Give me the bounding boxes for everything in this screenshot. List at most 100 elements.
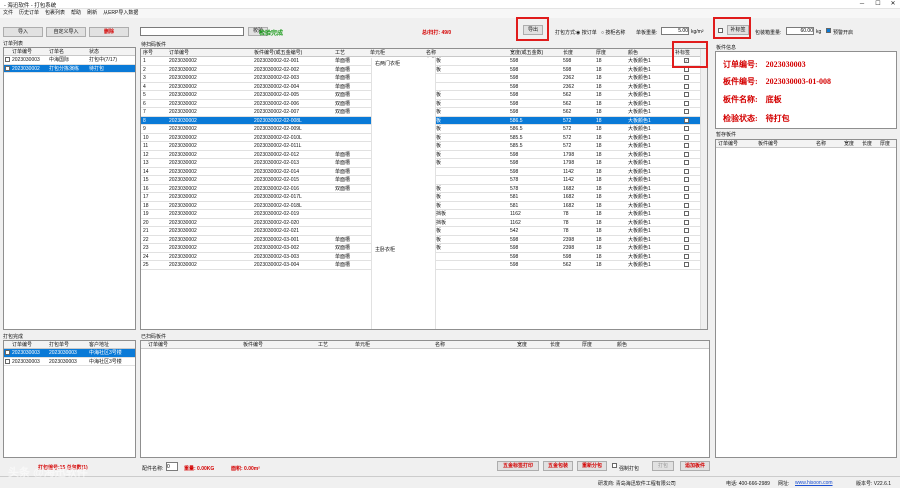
supplement-row-checkbox[interactable] xyxy=(684,126,689,132)
custom-import-button[interactable]: 自定义导入 xyxy=(46,27,86,37)
order-no-value: 2023030003 xyxy=(765,60,806,69)
delete-button[interactable]: 删除 xyxy=(89,27,129,37)
cabinet-label: 右两门衣柜 xyxy=(375,61,401,67)
table-row[interactable]: 2023030002 打包分拣演练 待打包 xyxy=(4,64,135,73)
board-no-value: 2023030003-01-008 xyxy=(765,77,831,86)
part-name-input[interactable] xyxy=(166,462,178,471)
supplement-row-checkbox[interactable] xyxy=(684,245,689,251)
scan-input[interactable] xyxy=(140,27,244,36)
minimize-icon[interactable]: ─ xyxy=(854,0,870,9)
supplement-row-checkbox[interactable] xyxy=(684,219,689,225)
mode-order-radio[interactable]: ◉ 按订单 xyxy=(576,29,597,36)
supplement-row-checkbox[interactable] xyxy=(684,253,689,259)
supplement-row-checkbox[interactable] xyxy=(684,151,689,157)
supplement-row-checkbox[interactable] xyxy=(684,75,689,81)
packed-title: 打包完成 xyxy=(3,334,24,340)
supplement-row-checkbox[interactable] xyxy=(684,194,689,200)
scan-count: 总/扫打: 49/0 xyxy=(422,30,452,36)
menu-help[interactable]: 帮助 xyxy=(68,9,84,18)
force-pack-checkbox[interactable] xyxy=(612,463,617,468)
supplement-checkbox[interactable] xyxy=(718,28,723,33)
company-label: 研发商: 青岛海迅软件工程有限公司 xyxy=(598,481,676,487)
temp-table: 订单编号 板件编号 名称 宽度 长度 厚度 xyxy=(715,139,897,458)
board-weight-unit: kg/m² xyxy=(691,29,704,35)
board-weight-input[interactable] xyxy=(661,27,689,35)
supplement-row-checkbox[interactable] xyxy=(684,109,689,115)
board-weight-label: 单板重量: xyxy=(636,30,658,36)
col-order-status: 状态 xyxy=(89,49,100,55)
hardware-pack-button[interactable]: 五金包装 xyxy=(543,461,573,471)
warning-label: 预警开启 xyxy=(833,30,854,36)
verify-status: 检验完成 xyxy=(259,31,284,37)
supplement-row-checkbox[interactable] xyxy=(684,134,689,140)
check-status-label: 检验状态: xyxy=(723,114,758,123)
supplement-row-checkbox[interactable] xyxy=(684,202,689,208)
part-name-label: 配件名称: xyxy=(142,466,164,472)
menu-file[interactable]: 文件 xyxy=(0,9,16,18)
box-weight-input[interactable] xyxy=(786,27,814,35)
table-row[interactable]: 2023030003 2023030003 中海社区3号楼 xyxy=(4,358,135,366)
import-button[interactable]: 导入 xyxy=(3,27,43,37)
supplement-row-checkbox[interactable] xyxy=(684,143,689,149)
supplement-row-checkbox[interactable] xyxy=(684,160,689,166)
supplement-row-checkbox[interactable] xyxy=(684,211,689,217)
supplement-label-button[interactable]: 补标签 xyxy=(727,25,749,35)
supplement-row-checkbox[interactable] xyxy=(684,177,689,183)
box-weight-unit: kg xyxy=(816,29,822,35)
maximize-icon[interactable]: ☐ xyxy=(870,0,886,9)
table-row[interactable]: 2023030003 2023030003 中海社区3号楼 xyxy=(4,349,135,358)
supplement-row-checkbox[interactable] xyxy=(684,262,689,268)
close-icon[interactable]: ✕ xyxy=(885,0,900,9)
packed-table: 订单编号 打包单号 客户地址 2023030003 2023030003 中海社区3号楼… xyxy=(3,340,136,458)
repack-button[interactable]: 重新分包 xyxy=(577,461,607,471)
version-label: 版本号: V22.6.1 xyxy=(856,481,892,487)
supplement-row-checkbox[interactable] xyxy=(684,228,689,234)
check-status-value: 待打包 xyxy=(765,114,790,123)
scanned-table: 订单编号 板件编号 工艺 单元柜 名称 宽度 长度 厚度 颜色 xyxy=(140,340,710,458)
status-bar: 研发商: 青岛海迅软件工程有限公司 电话: 400-666-2989 网址: w… xyxy=(0,476,900,488)
mode-cabinet-radio[interactable]: ○ 按柜名称 xyxy=(601,29,625,36)
pending-header: 序号 订单编号 板件编号(或五金编号) 工艺 单元柜 名称 宽度(或五金数) 长度 厚度 颜色 补标… xyxy=(141,49,707,57)
site-link[interactable]: www.hisoon.com xyxy=(795,480,833,486)
temp-header: 订单编号 板件编号 名称 宽度 长度 厚度 xyxy=(716,140,896,148)
warning-checkbox[interactable] xyxy=(826,28,831,33)
table-row[interactable]: 2023030003 中海国际 打包中(7/17) xyxy=(4,56,135,65)
cabinet-label: 主卧衣柜 xyxy=(375,247,396,253)
supplement-row-checkbox[interactable] xyxy=(684,117,689,123)
phone-label: 电话: 400-666-2989 xyxy=(726,481,770,487)
supplement-row-checkbox[interactable] xyxy=(684,100,689,106)
cabinet-column: 右两门衣柜 主卧衣柜 xyxy=(371,58,436,329)
col-order-no: 订单编号 xyxy=(12,49,33,55)
area-label: 面积: 0.00m² xyxy=(231,466,260,472)
print-hardware-button[interactable]: 五金标签打印 xyxy=(497,461,539,471)
add-board-button[interactable]: 追加板件 xyxy=(680,461,710,471)
packed-header: 订单编号 打包单号 客户地址 xyxy=(4,341,135,349)
menu-history[interactable]: 历史订单 xyxy=(16,9,42,18)
watermark: 头条 @海迅软件 xyxy=(8,467,88,479)
supplement-row-checkbox[interactable] xyxy=(684,168,689,174)
export-button[interactable]: 导出 xyxy=(523,25,543,35)
pack-mode-label: 打包方式: xyxy=(555,30,577,36)
board-info-title: 板件信息 xyxy=(716,45,737,51)
box-weight-label: 包装箱重量: xyxy=(755,30,782,36)
temp-title: 暂存板件 xyxy=(716,132,737,138)
supplement-row-checkbox[interactable] xyxy=(684,92,689,98)
scanned-title: 已扫码板件 xyxy=(141,334,167,340)
board-name-value: 底板 xyxy=(765,95,782,104)
pending-table: 序号 订单编号 板件编号(或五金编号) 工艺 单元柜 名称 宽度(或五金数) 长度 厚度 颜色 补标… xyxy=(140,48,708,330)
menu-erp-import[interactable]: 从ERP导入数据 xyxy=(100,9,141,18)
scanned-header: 订单编号 板件编号 工艺 单元柜 名称 宽度 长度 厚度 颜色 xyxy=(141,341,709,349)
menu-packages[interactable]: 包裹列表 xyxy=(42,9,68,18)
supplement-row-checkbox[interactable] xyxy=(684,83,689,89)
supplement-col-highlight xyxy=(672,41,708,68)
pack-button[interactable]: 打包 xyxy=(652,461,674,471)
col-order-name: 订单名 xyxy=(49,49,65,55)
pending-scrollbar[interactable] xyxy=(700,49,707,329)
supplement-row-checkbox[interactable] xyxy=(684,185,689,191)
window-title: - 海迅软件 - 打包系统 xyxy=(4,3,57,9)
menu-refresh[interactable]: 刷新 xyxy=(84,9,100,18)
supplement-row-checkbox[interactable] xyxy=(684,236,689,242)
board-name-label: 板件名称: xyxy=(723,95,758,104)
weight-label: 重量: 0.00KG xyxy=(184,466,215,472)
site-label: 网址: xyxy=(778,481,790,487)
